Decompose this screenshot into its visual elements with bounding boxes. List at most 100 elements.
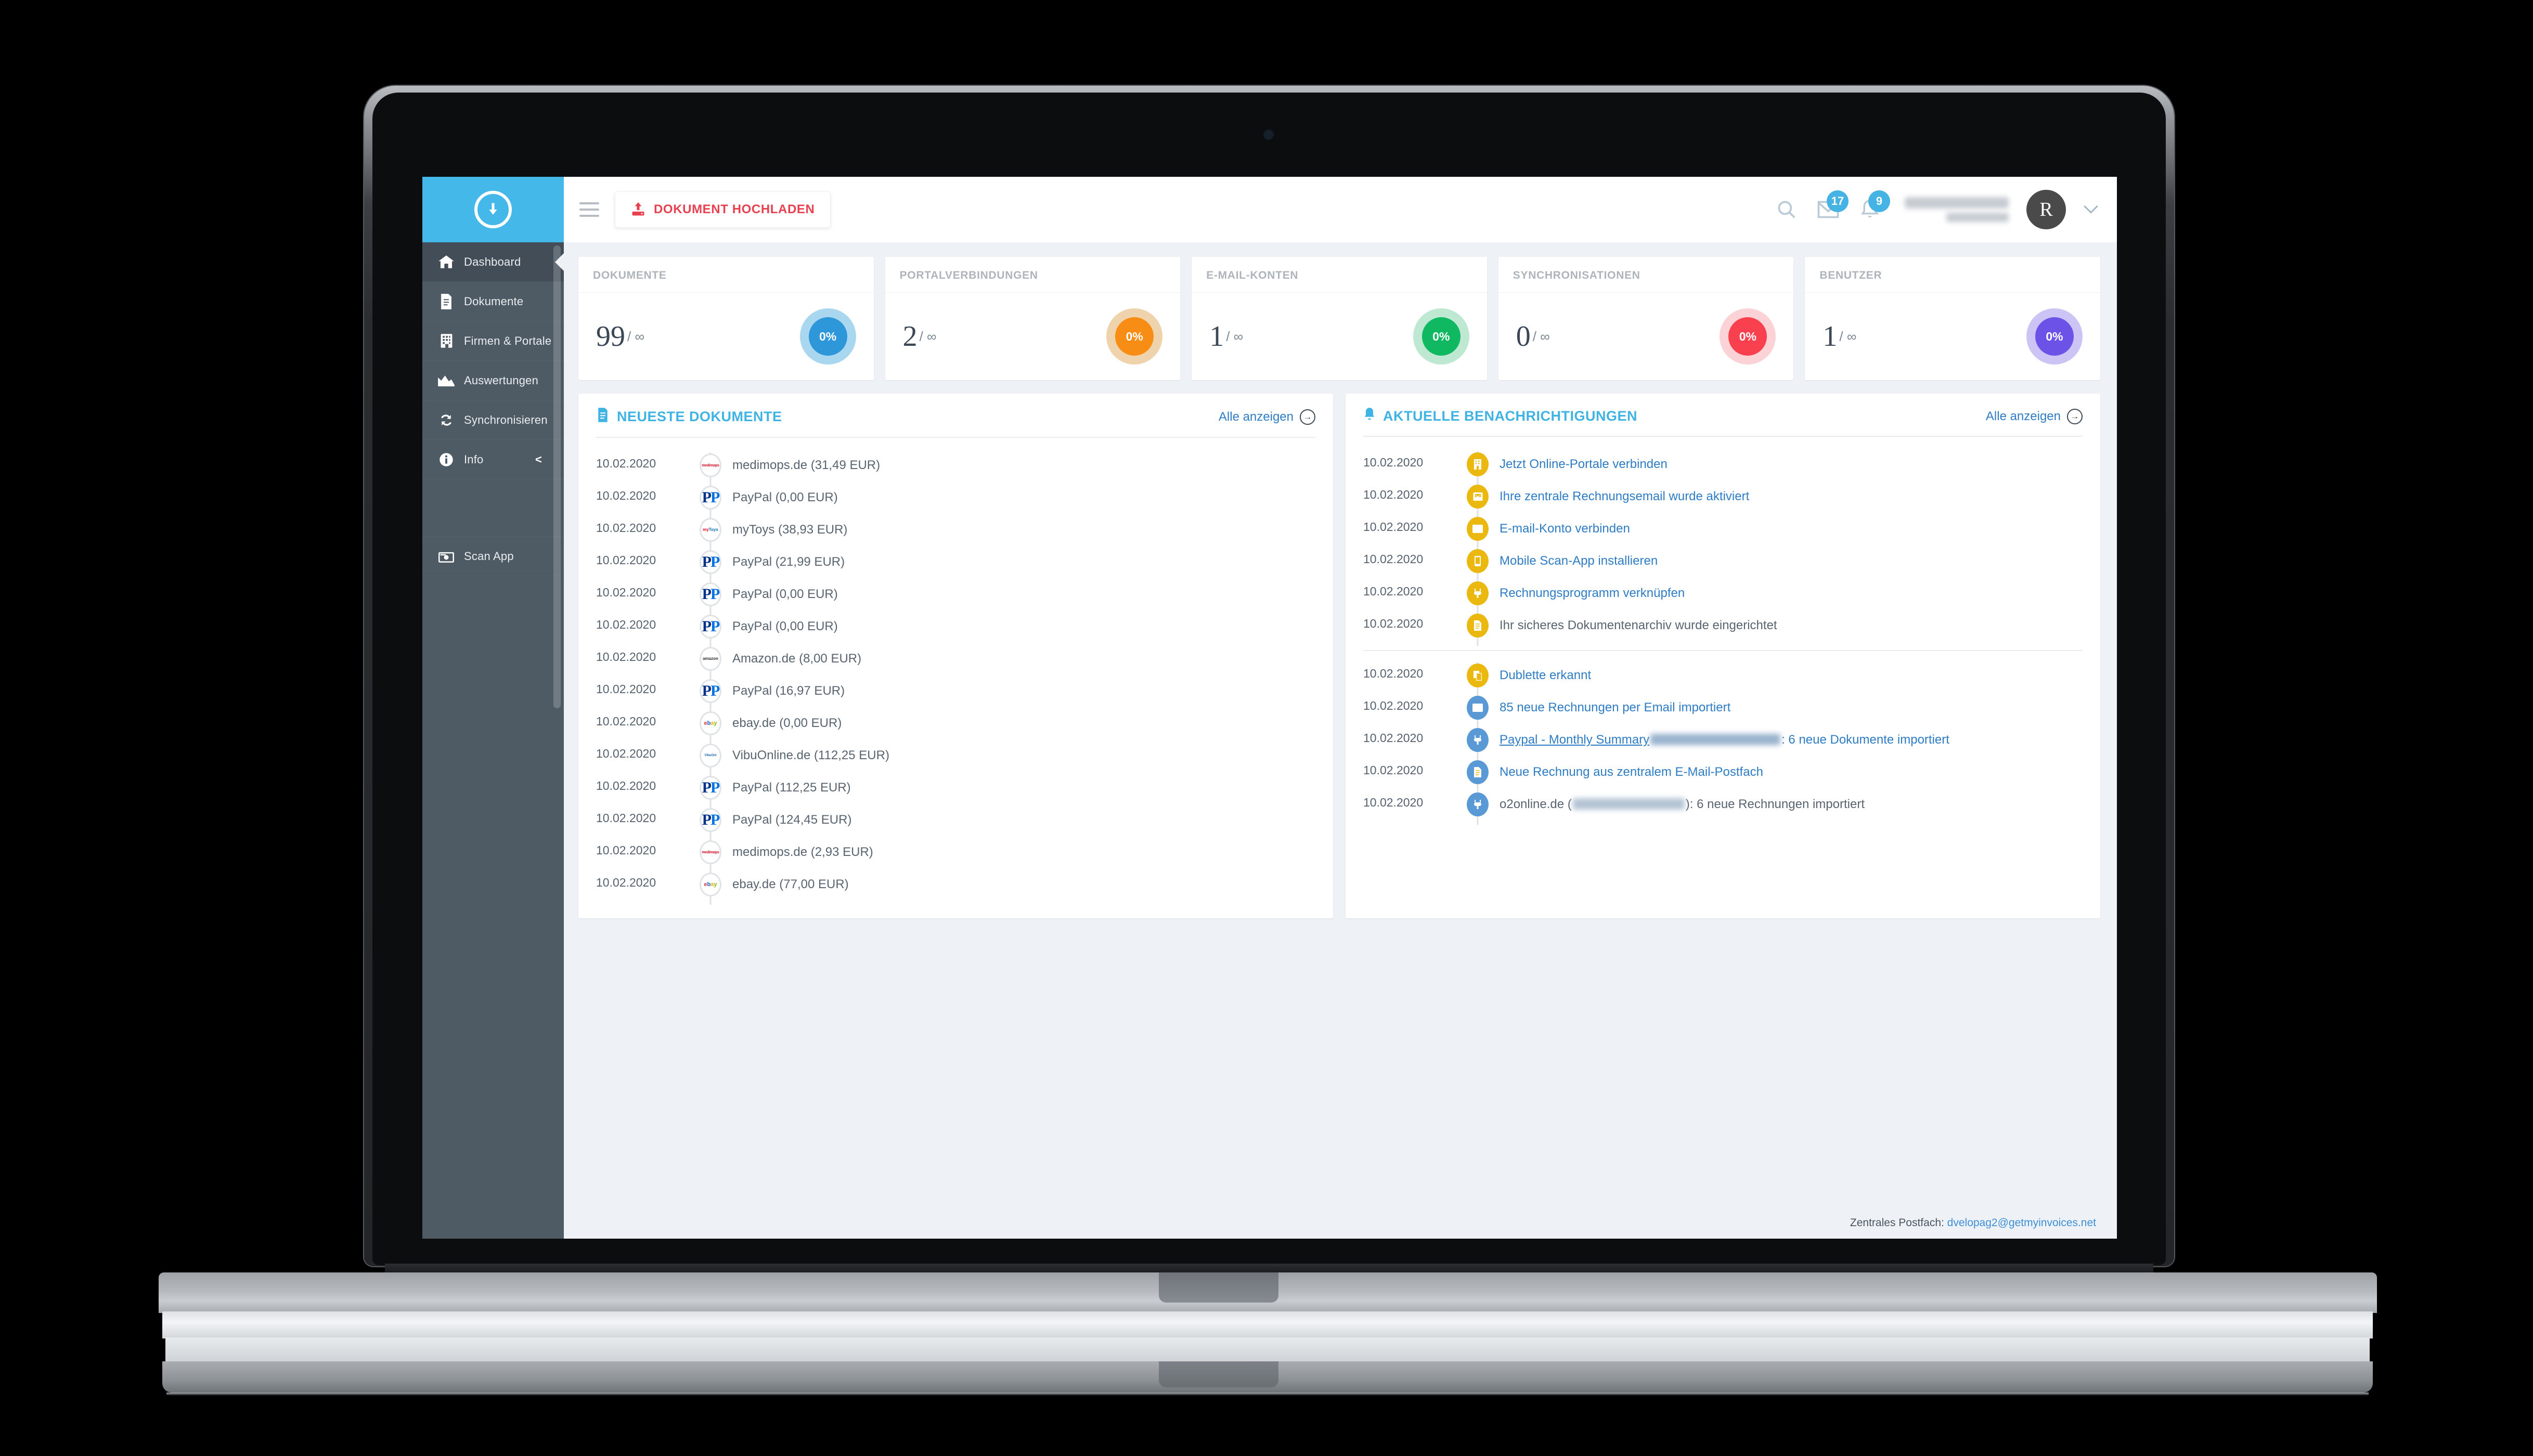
notification-list-item[interactable]: 10.02.2020 Neue Rechnung aus zentralem E-… [1363, 756, 2083, 792]
document-list-item[interactable]: 10.02.2020 medimops medimops.de (2,93 EUR) [596, 836, 1315, 873]
document-list-item[interactable]: 10.02.2020 PP PayPal (16,97 EUR) [596, 675, 1315, 711]
camera-icon [437, 549, 456, 564]
document-date: 10.02.2020 [596, 650, 656, 664]
refresh-icon [437, 413, 456, 427]
stat-card-title: BENUTZER [1805, 257, 2100, 293]
document-label: PayPal (0,00 EUR) [732, 587, 838, 601]
timeline-bullet-wrap: PP [689, 549, 732, 582]
notifications-button[interactable]: 9 [1858, 190, 1890, 222]
sidebar-item-synchronisieren[interactable]: Synchronisieren [422, 400, 564, 440]
notification-label[interactable]: Ihre zentrale Rechnungsemail wurde aktiv… [1500, 484, 1749, 505]
medimops-logo-icon: medimops [702, 850, 719, 854]
notification-list-item[interactable]: 10.02.2020 Mobile Scan-App installieren [1363, 545, 2083, 581]
paypal-logo-icon: PP [702, 489, 720, 506]
sidebar-scrollbar[interactable] [553, 245, 561, 708]
app-logo[interactable] [422, 177, 564, 242]
timeline-bullet-wrap: PP [689, 614, 732, 647]
notification-list-item[interactable]: 10.02.2020 Rechnungsprogramm verknüpfen [1363, 577, 2083, 614]
document-list-item[interactable]: 10.02.2020 ebay ebay.de (77,00 EUR) [596, 868, 1315, 905]
document-list-item[interactable]: 10.02.2020 PP PayPal (124,45 EUR) [596, 804, 1315, 840]
document-date: 10.02.2020 [596, 553, 656, 567]
notification-date: 10.02.2020 [1363, 617, 1424, 630]
paypal-logo-icon: PP [702, 586, 720, 603]
mail-badge: 17 [1827, 190, 1849, 212]
timeline-bullet-wrap [1456, 516, 1500, 549]
notification-list-item[interactable]: 10.02.2020 E-mail-Konto verbinden [1363, 513, 2083, 549]
document-list-item[interactable]: 10.02.2020 PP PayPal (0,00 EUR) [596, 578, 1315, 615]
notification-label: Ihr sicheres Dokumentenarchiv wurde eing… [1500, 618, 1777, 632]
notification-label[interactable]: E-mail-Konto verbinden [1500, 516, 1630, 538]
sidebar-item-scan-app[interactable]: Scan App [422, 537, 564, 576]
sidebar-item-label: Dashboard [464, 255, 521, 268]
document-date: 10.02.2020 [596, 714, 656, 728]
notification-label[interactable]: Dublette erkannt [1500, 662, 1591, 684]
plug-icon [1467, 581, 1489, 605]
arrow-right-circle-icon: → [2067, 408, 2083, 424]
notification-label[interactable]: Rechnungsprogramm verknüpfen [1500, 580, 1685, 602]
notifications-timeline-group-one: 10.02.2020 Jetzt Online-Portale verbinden… [1363, 448, 2083, 646]
plug-icon [1467, 792, 1489, 816]
notification-list-item[interactable]: 10.02.2020 Jetzt Online-Portale verbinden [1363, 448, 2083, 485]
main-column: DOKUMENT HOCHLADEN 17 9 R DOKUMENTE 99 /… [564, 177, 2117, 1239]
show-all-documents-link[interactable]: Alle anzeigen → [1219, 409, 1315, 425]
upload-document-button[interactable]: DOKUMENT HOCHLADEN [615, 191, 831, 228]
document-list-item[interactable]: 10.02.2020 ebay ebay.de (0,00 EUR) [596, 707, 1315, 744]
notification-list-item[interactable]: 10.02.2020 Dublette erkannt [1363, 659, 2083, 696]
notification-list-item[interactable]: 10.02.2020 o2online.de (): 6 neue Rechnun… [1363, 788, 2083, 825]
document-list-item[interactable]: 10.02.2020 PP PayPal (112,25 EUR) [596, 772, 1315, 808]
panel-divider [1363, 436, 2083, 437]
hamburger-icon[interactable] [579, 202, 599, 217]
central-mailbox-email[interactable]: dvelopag2@getmyinvoices.net [1947, 1217, 2096, 1229]
notification-list-item[interactable]: 10.02.2020 Paypal - Monthly Summary: 6 ne… [1363, 724, 2083, 760]
notifications-timeline-group-two: 10.02.2020 Dublette erkannt 10.02.2020 85 n… [1363, 659, 2083, 825]
notification-label[interactable]: Mobile Scan-App installieren [1500, 548, 1658, 570]
notification-list-item[interactable]: 10.02.2020 Ihre zentrale Rechnungsemail w… [1363, 480, 2083, 517]
notification-label[interactable]: Paypal - Monthly Summary: 6 neue Dokumen… [1500, 727, 1949, 749]
document-list-item[interactable]: 10.02.2020 PP PayPal (0,00 EUR) [596, 610, 1315, 647]
timeline-bullet-wrap: ebay [689, 710, 732, 744]
panel-aktuelle-benachrichtigungen: AKTUELLE BENACHRICHTIGUNGEN Alle anzeige… [1346, 394, 2100, 918]
document-list-item[interactable]: 10.02.2020 medimops medimops.de (31,49 EUR… [596, 449, 1315, 486]
upload-document-label: DOKUMENT HOCHLADEN [654, 202, 815, 216]
search-icon[interactable] [1775, 198, 1799, 222]
notification-list-item[interactable]: 10.02.2020 85 neue Rechnungen per Email i… [1363, 692, 2083, 728]
sidebar-item-dashboard[interactable]: Dashboard [422, 242, 564, 282]
sidebar-item-auswertungen[interactable]: Auswertungen [422, 361, 564, 400]
document-list-item[interactable]: 10.02.2020 amazon Amazon.de (8,00 EUR) [596, 643, 1315, 679]
footer: Zentrales Postfach: dvelopag2@getmyinvoi… [564, 1205, 2117, 1239]
sidebar-item-dokumente[interactable]: Dokumente [422, 282, 564, 321]
document-list-item[interactable]: 10.02.2020 PP PayPal (21,99 EUR) [596, 546, 1315, 582]
document-list-item[interactable]: 10.02.2020 PP PayPal (0,00 EUR) [596, 482, 1315, 518]
stat-card-percent: 0% [1115, 317, 1154, 356]
chevron-down-icon[interactable] [2084, 202, 2098, 218]
notification-label[interactable]: Jetzt Online-Portale verbinden [1500, 451, 1668, 473]
panel-neueste-dokumente: NEUESTE DOKUMENTE Alle anzeigen → 10.02.… [578, 394, 1333, 918]
show-all-notifications-link[interactable]: Alle anzeigen → [1986, 408, 2083, 424]
document-date: 10.02.2020 [596, 682, 656, 696]
sidebar-item-info[interactable]: Info < [422, 440, 564, 479]
stat-card-value: 1 [1823, 320, 1838, 353]
document-icon [596, 407, 610, 426]
document-source-badge: PP [700, 808, 721, 832]
redacted-text [1650, 734, 1781, 745]
sidebar-item-firmen-portale[interactable]: Firmen & Portale [422, 321, 564, 361]
document-date: 10.02.2020 [596, 811, 656, 825]
stat-card-value: 99 [596, 320, 625, 353]
document-list-item[interactable]: 10.02.2020 myToys myToys (38,93 EUR) [596, 514, 1315, 550]
stat-card-title: PORTALVERBINDUNGEN [885, 257, 1181, 293]
mail-button[interactable]: 17 [1816, 190, 1849, 222]
stat-card-gauge: 0% [1106, 308, 1163, 365]
document-label: PayPal (0,00 EUR) [732, 619, 838, 633]
browser-viewport: Dashboard Dokumente Firmen & Portale Aus… [422, 177, 2117, 1239]
notification-list-item[interactable]: 10.02.2020 Ihr sicheres Dokumentenarchiv … [1363, 609, 2083, 646]
sidebar: Dashboard Dokumente Firmen & Portale Aus… [422, 177, 564, 1239]
stat-card-gauge: 0% [799, 308, 856, 365]
stat-card-gauge: 0% [2026, 308, 2083, 365]
documents-timeline: 10.02.2020 medimops medimops.de (31,49 EUR… [596, 449, 1315, 905]
document-icon [1467, 614, 1489, 638]
avatar[interactable]: R [2026, 190, 2066, 229]
notification-label[interactable]: Neue Rechnung aus zentralem E-Mail-Postf… [1500, 759, 1763, 781]
document-list-item[interactable]: 10.02.2020 VibuOnl VibuOnline.de (112,25 E… [596, 739, 1315, 776]
notification-label[interactable]: 85 neue Rechnungen per Email importiert [1500, 695, 1730, 717]
